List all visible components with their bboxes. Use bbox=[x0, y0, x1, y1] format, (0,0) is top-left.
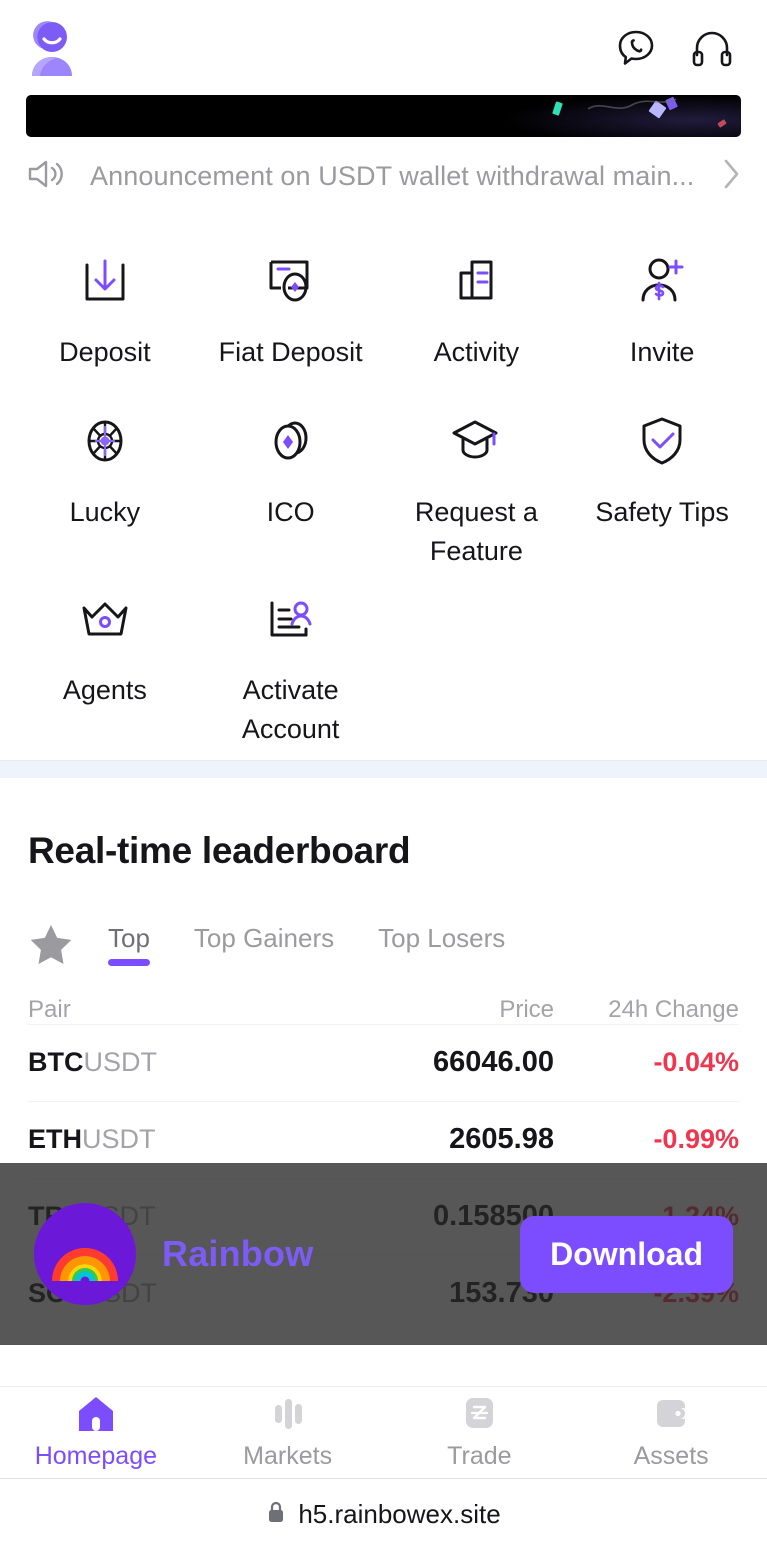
page-title: Real-time leaderboard bbox=[28, 829, 411, 871]
announcement-text: Announcement on USDT wallet withdrawal m… bbox=[90, 160, 695, 191]
url-text: h5.rainbowex.site bbox=[298, 1499, 501, 1529]
quick-action-label: Fiat Deposit bbox=[218, 337, 363, 367]
quick-action-deposit[interactable]: Deposit bbox=[12, 233, 198, 393]
header-actions bbox=[613, 25, 743, 71]
rainbow-logo-icon bbox=[34, 1203, 136, 1305]
activity-icon bbox=[449, 253, 503, 309]
bottom-navigation: Homepage Markets Trade Assets bbox=[0, 1386, 767, 1478]
app-header bbox=[0, 0, 767, 95]
tab-top[interactable]: Top bbox=[86, 923, 172, 966]
nav-label: Homepage bbox=[34, 1441, 158, 1470]
tab-top-gainers[interactable]: Top Gainers bbox=[172, 923, 356, 966]
change-cell: -0.99% bbox=[653, 1124, 739, 1155]
headset-icon[interactable] bbox=[689, 25, 735, 71]
quick-action-fiat-deposit[interactable]: Fiat Deposit bbox=[198, 233, 384, 393]
pair-cell: ETHUSDT bbox=[28, 1124, 344, 1155]
browser-url-bar[interactable]: h5.rainbowex.site bbox=[0, 1478, 767, 1550]
invite-icon bbox=[633, 253, 691, 309]
fiat-deposit-icon bbox=[262, 253, 320, 309]
nav-label: Assets bbox=[633, 1441, 709, 1470]
quick-action-agents[interactable]: Agents bbox=[12, 571, 198, 749]
quick-action-invite[interactable]: Invite bbox=[569, 233, 755, 393]
quick-action-label: Activate Account bbox=[241, 675, 340, 745]
column-header-price: Price bbox=[499, 995, 554, 1023]
price-cell: 2605.98 bbox=[449, 1123, 554, 1156]
lucky-wheel-icon bbox=[77, 413, 133, 469]
shield-check-icon bbox=[635, 413, 689, 469]
chevron-right-icon[interactable] bbox=[721, 157, 741, 196]
quick-action-label: Agents bbox=[62, 675, 147, 706]
download-app-banner: Rainbow Download bbox=[0, 1163, 767, 1345]
promo-banner[interactable] bbox=[26, 95, 741, 137]
crown-icon bbox=[76, 591, 134, 647]
app-name-label: Rainbow bbox=[162, 1233, 314, 1274]
nav-item-homepage[interactable]: Homepage bbox=[0, 1395, 192, 1471]
graduation-cap-icon bbox=[447, 413, 505, 469]
deposit-icon bbox=[77, 253, 133, 309]
pair-quote: USDT bbox=[83, 1047, 158, 1078]
app-screen: Announcement on USDT wallet withdrawal m… bbox=[0, 0, 767, 1550]
pair-base: ETH bbox=[28, 1124, 82, 1155]
speaker-icon bbox=[26, 157, 68, 196]
nav-item-markets[interactable]: Markets bbox=[192, 1395, 384, 1471]
markets-bars-icon bbox=[267, 1395, 309, 1433]
price-cell: 66046.00 bbox=[433, 1046, 554, 1079]
star-icon[interactable] bbox=[28, 922, 86, 966]
section-divider bbox=[0, 759, 767, 778]
quick-action-label: Activity bbox=[433, 337, 520, 367]
quick-action-activate-account[interactable]: Activate Account bbox=[198, 571, 384, 749]
ico-coin-icon bbox=[263, 413, 319, 469]
chat-bubble-icon[interactable] bbox=[613, 25, 659, 71]
quick-action-label: ICO bbox=[266, 497, 315, 527]
tab-top-losers[interactable]: Top Losers bbox=[356, 923, 527, 966]
leaderboard-tabs: Top Top Gainers Top Losers bbox=[28, 910, 739, 966]
home-icon bbox=[75, 1395, 117, 1433]
user-avatar[interactable] bbox=[26, 20, 78, 76]
quick-action-label: Safety Tips bbox=[595, 497, 729, 527]
nav-item-trade[interactable]: Trade bbox=[384, 1395, 576, 1471]
column-header-change: 24h Change bbox=[608, 995, 739, 1023]
lock-icon bbox=[266, 1499, 286, 1530]
quick-actions-grid: Deposit Fiat Deposit Activity Invite Luc… bbox=[0, 215, 767, 760]
quick-action-label: Lucky bbox=[69, 497, 141, 527]
quick-action-ico[interactable]: ICO bbox=[198, 393, 384, 571]
quick-action-label: Deposit bbox=[59, 337, 151, 367]
table-header: Pair Price 24h Change bbox=[28, 996, 739, 1024]
pair-quote: USDT bbox=[82, 1124, 156, 1155]
trade-icon bbox=[458, 1395, 500, 1433]
activate-account-icon bbox=[262, 591, 320, 647]
pair-cell: BTCUSDT bbox=[28, 1047, 344, 1078]
quick-action-activity[interactable]: Activity bbox=[384, 233, 570, 393]
nav-item-assets[interactable]: Assets bbox=[575, 1395, 767, 1471]
pair-base: BTC bbox=[28, 1047, 84, 1078]
nav-label: Trade bbox=[447, 1441, 512, 1470]
column-header-pair: Pair bbox=[28, 995, 71, 1023]
quick-action-lucky[interactable]: Lucky bbox=[12, 393, 198, 571]
quick-action-safety-tips[interactable]: Safety Tips bbox=[569, 393, 755, 571]
download-button[interactable]: Download bbox=[520, 1215, 733, 1293]
quick-action-label: Request a Feature bbox=[414, 497, 538, 567]
quick-action-request-a-feature[interactable]: Request a Feature bbox=[384, 393, 570, 571]
quick-action-label: Invite bbox=[629, 337, 695, 367]
table-row[interactable]: BTCUSDT 66046.00 -0.04% bbox=[28, 1023, 739, 1101]
change-cell: -0.04% bbox=[653, 1047, 739, 1078]
nav-label: Markets bbox=[243, 1441, 333, 1470]
confetti-streamer bbox=[587, 98, 677, 110]
announcement-bar[interactable]: Announcement on USDT wallet withdrawal m… bbox=[0, 137, 767, 215]
wallet-icon bbox=[650, 1395, 692, 1433]
